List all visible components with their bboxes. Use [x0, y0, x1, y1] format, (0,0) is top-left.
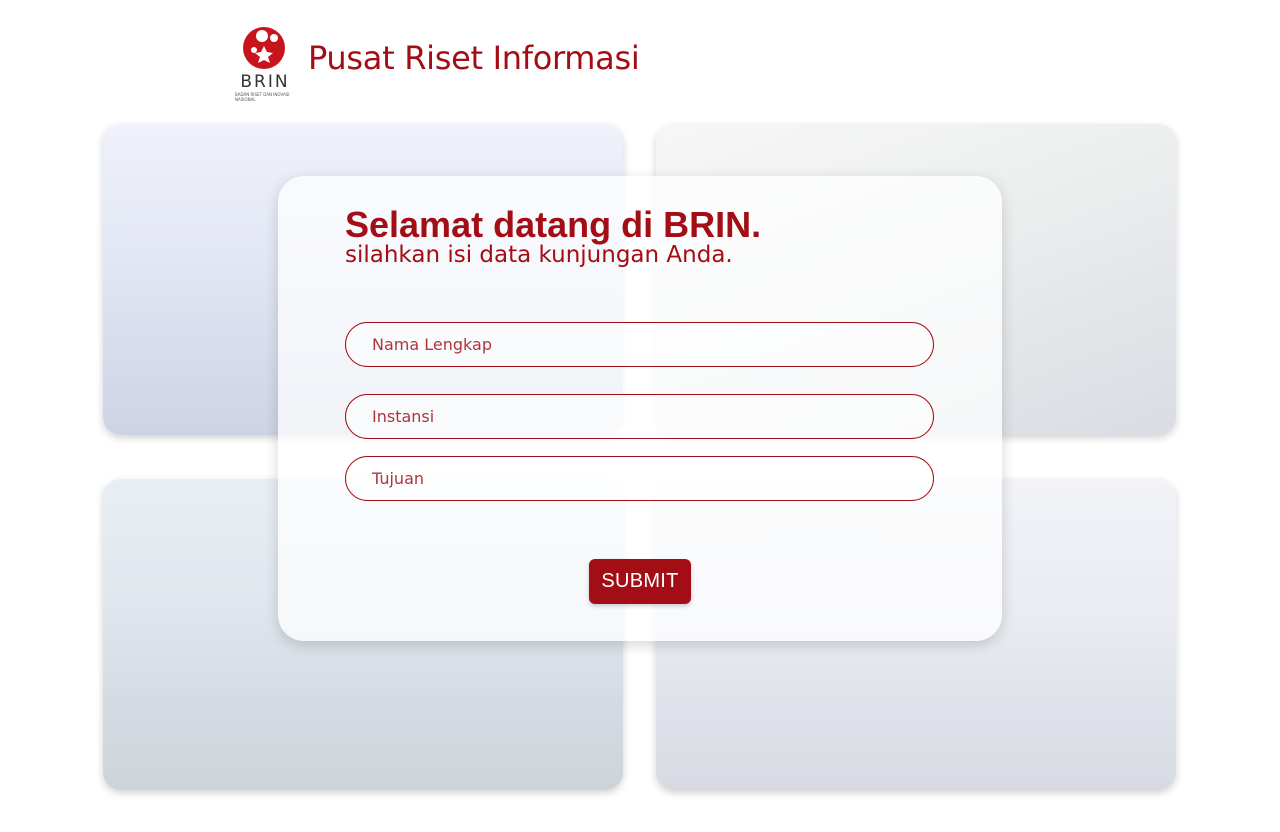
- full-name-input[interactable]: [372, 335, 907, 354]
- welcome-subtitle: silahkan isi data kunjungan Anda.: [345, 242, 733, 268]
- visitor-form-card: Selamat datang di BRIN. silahkan isi dat…: [278, 176, 1002, 641]
- logo-subtext: BADAN RISET DAN INOVASI NASIONAL: [235, 92, 290, 102]
- brin-logo: BRIN BADAN RISET DAN INOVASI NASIONAL: [232, 22, 296, 106]
- header: BRIN BADAN RISET DAN INOVASI NASIONAL Pu…: [232, 22, 640, 106]
- submit-button[interactable]: SUBMIT: [589, 559, 691, 604]
- institution-field: [345, 394, 934, 439]
- purpose-field: [345, 456, 934, 501]
- full-name-field: [345, 322, 934, 367]
- purpose-input[interactable]: [372, 469, 907, 488]
- brin-logo-icon: [243, 27, 285, 69]
- institution-input[interactable]: [372, 407, 907, 426]
- page-title: Pusat Riset Informasi: [308, 39, 640, 77]
- welcome-heading: Selamat datang di BRIN.: [345, 204, 762, 245]
- logo-wordmark: BRIN: [240, 72, 290, 92]
- visitor-registration-page: BRIN BADAN RISET DAN INOVASI NASIONAL Pu…: [0, 0, 1280, 832]
